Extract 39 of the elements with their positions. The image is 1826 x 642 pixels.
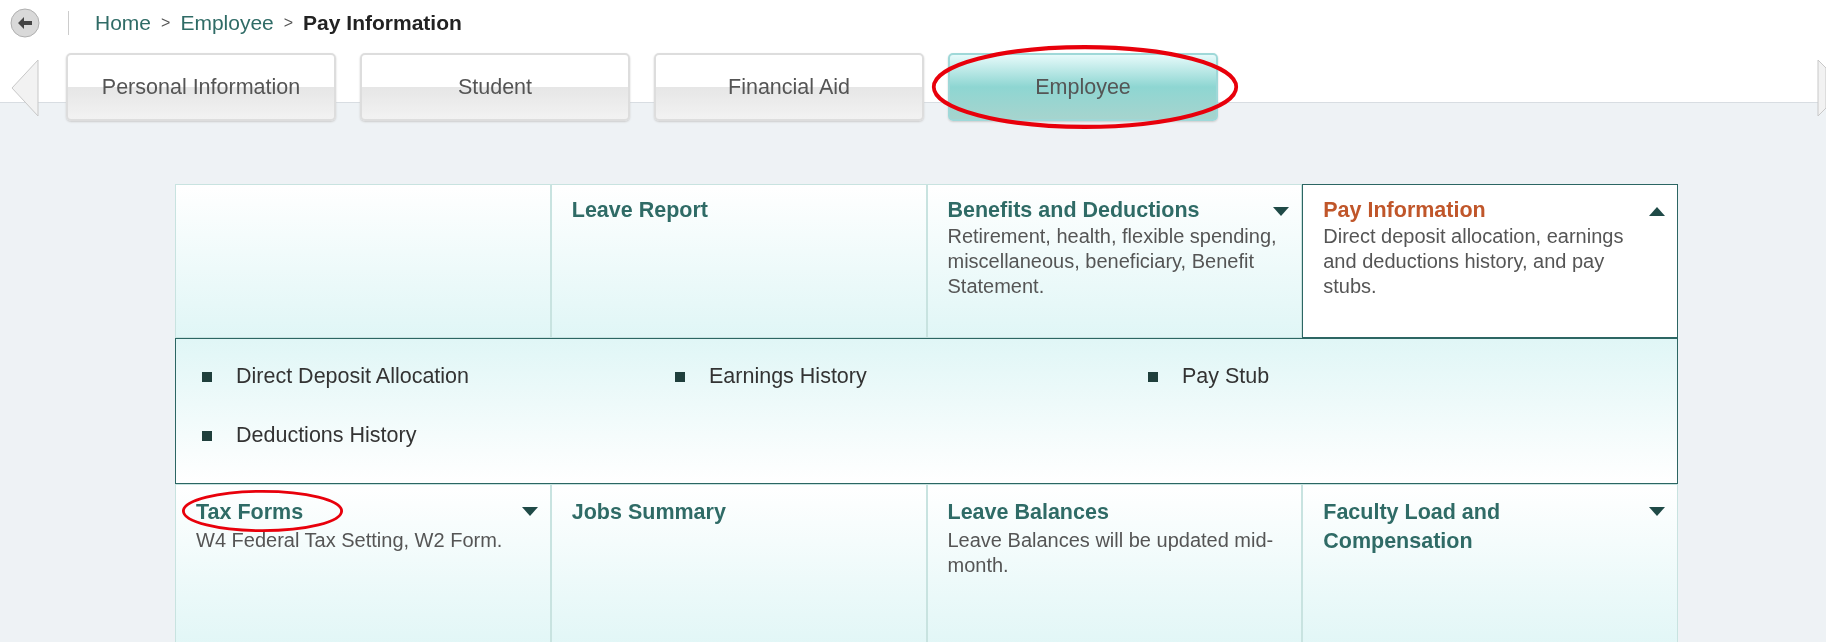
breadcrumb-separator: > <box>283 13 294 32</box>
submenu-link[interactable]: Pay Stub <box>1182 364 1270 389</box>
card-title: Leave Report <box>571 198 708 223</box>
card-title: Faculty Load and Compensation <box>1323 499 1502 555</box>
card-title: Benefits and Deductions <box>947 198 1200 223</box>
submenu-link[interactable]: Direct Deposit Allocation <box>236 364 470 389</box>
bullet-icon <box>202 430 212 441</box>
nav-tab[interactable]: Student <box>360 53 630 121</box>
bullet-icon <box>1148 371 1158 382</box>
card-title: Jobs Summary <box>571 499 726 526</box>
caret-down-icon[interactable] <box>1649 507 1665 516</box>
breadcrumb-link[interactable]: Home <box>95 10 152 35</box>
bullet-icon <box>675 371 685 382</box>
breadcrumb-separator: > <box>161 13 171 32</box>
menu-card[interactable]: Pay Information Direct deposit allocation, earnings and deductions history, and pay stubs. <box>1302 184 1678 338</box>
caret-down-icon[interactable] <box>521 507 538 516</box>
back-icon[interactable] <box>10 7 40 38</box>
card-description: Leave Balances will be updated mid-month. <box>947 528 1275 578</box>
caret-down-icon[interactable] <box>1273 207 1290 216</box>
submenu-link[interactable]: Deductions History <box>236 423 417 448</box>
card-description: Direct deposit allocation, earnings and deductions history, and pay stubs. <box>1323 224 1625 299</box>
caret-up-icon[interactable] <box>1649 207 1665 216</box>
breadcrumb-link[interactable]: Employee <box>180 10 274 35</box>
menu-card[interactable]: Jobs Summary <box>550 484 927 642</box>
menu-card[interactable]: Leave Balances Leave Balances will be updated mid-month. <box>926 484 1303 642</box>
card-title: Leave Balances <box>947 499 1109 526</box>
menu-card[interactable]: Faculty Load and Compensation <box>1302 484 1678 642</box>
menu-card[interactable]: Leave Report <box>550 184 927 338</box>
card-description: Retirement, health, flexible spending, miscellaneous, beneficiary, Benefit Statement. <box>947 224 1278 299</box>
nav-tab[interactable]: Employee <box>948 53 1218 121</box>
menu-card[interactable]: Benefits and Deductions Retirement, health, flexible spending, miscellaneous, beneficiary, Benefit Statement. <box>926 184 1303 338</box>
submenu-link[interactable]: Earnings History <box>709 364 867 389</box>
menu-card[interactable]: Tax Forms W4 Federal Tax Setting, W2 Form. <box>175 484 551 642</box>
card-title: Pay Information <box>1323 198 1486 223</box>
card-title: Tax Forms <box>196 499 304 526</box>
bullet-icon <box>202 371 212 382</box>
nav-tab[interactable]: Financial Aid <box>654 53 924 121</box>
nav-tab[interactable]: Personal Information <box>66 53 336 121</box>
card-description: W4 Federal Tax Setting, W2 Form. <box>196 528 503 553</box>
